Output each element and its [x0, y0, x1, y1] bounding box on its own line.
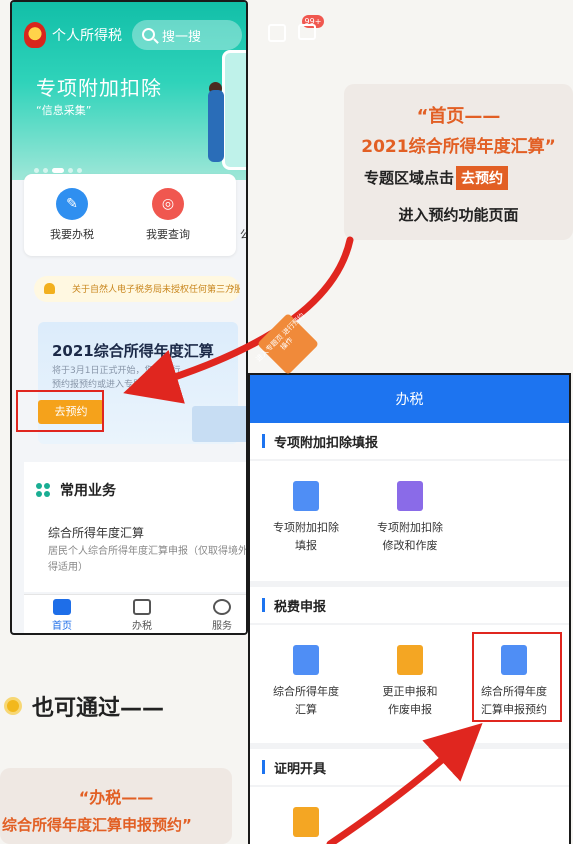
message-icon[interactable] — [298, 24, 316, 40]
section-title-deduction: 专项附加扣除填报 — [274, 436, 379, 451]
highlight-reservation-button — [472, 632, 562, 722]
banner-subtitle: “信息采集” — [36, 104, 92, 117]
quick-query-button[interactable]: ◎ 我要查询 — [138, 182, 198, 242]
tab-bar: 首页 办税 服务 — [24, 594, 246, 633]
home-screen: 个人所得税 搜一搜 专项附加扣除 “信息采集” ✎ 我要办税 ◎ 我要查询 ♥ … — [10, 0, 248, 635]
note1-line1: “首页—— — [416, 106, 501, 127]
chevron-right-icon: › — [230, 280, 235, 294]
bullet-dot — [4, 697, 22, 715]
certificate-button[interactable] — [256, 807, 356, 844]
quick-service-button[interactable]: ♥ 公众服务 — [232, 182, 248, 242]
note2-line2: 综合所得年度汇算申报预约” — [2, 816, 192, 834]
section-header-deduction: 专项附加扣除填报 — [250, 423, 569, 459]
notice-bar[interactable]: 关于自然人电子税务局未授权任何第三方服... › — [34, 276, 240, 302]
section-title-filing: 税费申报 — [274, 600, 327, 615]
common-item-title[interactable]: 综合所得年度汇算 — [48, 524, 144, 541]
annual-settlement-label: 综合所得年度 汇算 — [273, 685, 339, 716]
annual-settlement-button[interactable]: 综合所得年度 汇算 — [256, 645, 356, 719]
instruction-card-tax: “办税—— 综合所得年度汇算申报预约” — [0, 768, 232, 844]
deduction-modify-button[interactable]: 专项附加扣除 修改和作废 — [360, 481, 460, 555]
document-x-icon — [397, 645, 423, 675]
deduction-fill-label: 专项附加扣除 填报 — [273, 521, 339, 552]
banner-phone-illustration — [222, 50, 246, 170]
yuan-document-icon — [293, 645, 319, 675]
app-title: 个人所得税 — [52, 28, 122, 44]
section-header-certificate: 证明开具 — [250, 749, 569, 785]
heart-icon — [213, 599, 231, 615]
home-icon — [53, 599, 71, 615]
note2-line1: “办税—— — [78, 788, 154, 807]
bell-icon — [44, 283, 55, 294]
instruction-card-home: “首页—— 2021综合所得年度汇算” 专题区域点击 去预约 进入预约功能页面 — [344, 84, 573, 240]
search-box[interactable]: 搜一搜 — [132, 20, 242, 50]
certificate-icon — [293, 807, 319, 837]
note1-line3: 专题区域点击 去预约 — [364, 166, 509, 190]
query-icon: ◎ — [152, 188, 184, 220]
common-business: 常用业务 综合所得年度汇算 居民个人综合所得年度汇算申报（仅取得境外所得适用） — [24, 462, 248, 592]
tab-service-label: 服务 — [212, 621, 232, 632]
note1-line4: 进入预约功能页面 — [398, 206, 519, 224]
annual-title: 2021综合所得年度汇算 — [52, 342, 214, 360]
section-title-certificate: 证明开具 — [274, 762, 327, 777]
deduction-fill-button[interactable]: 专项附加扣除 填报 — [256, 481, 356, 555]
tax-screen: 办税 专项附加扣除填报 专项附加扣除 填报 专项附加扣除 修改和作废 税费申报 … — [248, 373, 571, 844]
form-edit-icon — [293, 481, 319, 511]
pencil-icon: ✎ — [56, 188, 88, 220]
tab-tax-label: 办税 — [132, 621, 152, 632]
national-emblem-icon — [24, 22, 46, 48]
correct-filing-button[interactable]: 更正申报和 作废申报 — [360, 645, 460, 719]
section-deduction: 专项附加扣除 填报 专项附加扣除 修改和作废 — [250, 461, 569, 581]
note1-line2: 2021综合所得年度汇算” — [361, 137, 556, 157]
search-placeholder: 搜一搜 — [162, 30, 202, 45]
book-illustration — [192, 406, 246, 442]
shield-icon: ♥ — [246, 188, 248, 220]
document-icon — [133, 599, 151, 615]
tab-home-label: 首页 — [52, 621, 72, 632]
annual-desc: 将于3月1日正式开始，您可进行预约报预约或进入专题页面 — [52, 366, 181, 390]
highlight-reserve-button — [16, 390, 104, 432]
notice-text: 关于自然人电子税务局未授权任何第三方服... — [72, 285, 240, 295]
tax-header: 办税 — [250, 375, 569, 425]
common-item-desc: 居民个人综合所得年度汇算申报（仅取得境外所得适用） — [48, 546, 248, 573]
quick-tax-button[interactable]: ✎ 我要办税 — [42, 182, 102, 242]
form-gear-icon — [397, 481, 423, 511]
deduction-modify-label: 专项附加扣除 修改和作废 — [377, 521, 443, 552]
also-via-text: 也可通过—— — [32, 696, 165, 721]
banner-title: 专项附加扣除 — [36, 76, 162, 100]
quick-tax-label: 我要办税 — [50, 228, 94, 241]
correct-filing-label: 更正申报和 作废申报 — [382, 685, 438, 716]
quick-query-label: 我要查询 — [146, 228, 190, 241]
tab-tax[interactable]: 办税 — [122, 599, 162, 632]
tab-home[interactable]: 首页 — [42, 599, 82, 632]
note1-reserve-tag: 去预约 — [456, 166, 509, 190]
section-header-filing: 税费申报 — [250, 587, 569, 623]
quick-service-label: 公众服务 — [232, 226, 246, 242]
note1-line3-text: 专题区域点击 — [364, 169, 455, 187]
scan-icon[interactable] — [268, 24, 286, 42]
banner-person-illustration — [208, 90, 224, 162]
common-title: 常用业务 — [60, 483, 116, 499]
search-icon — [142, 28, 155, 41]
tab-service[interactable]: 服务 — [202, 599, 242, 632]
section-certificate — [250, 787, 569, 844]
clover-icon — [36, 483, 50, 497]
home-header: 个人所得税 搜一搜 专项附加扣除 “信息采集” — [12, 2, 246, 180]
quick-actions: ✎ 我要办税 ◎ 我要查询 ♥ 公众服务 — [24, 174, 246, 256]
